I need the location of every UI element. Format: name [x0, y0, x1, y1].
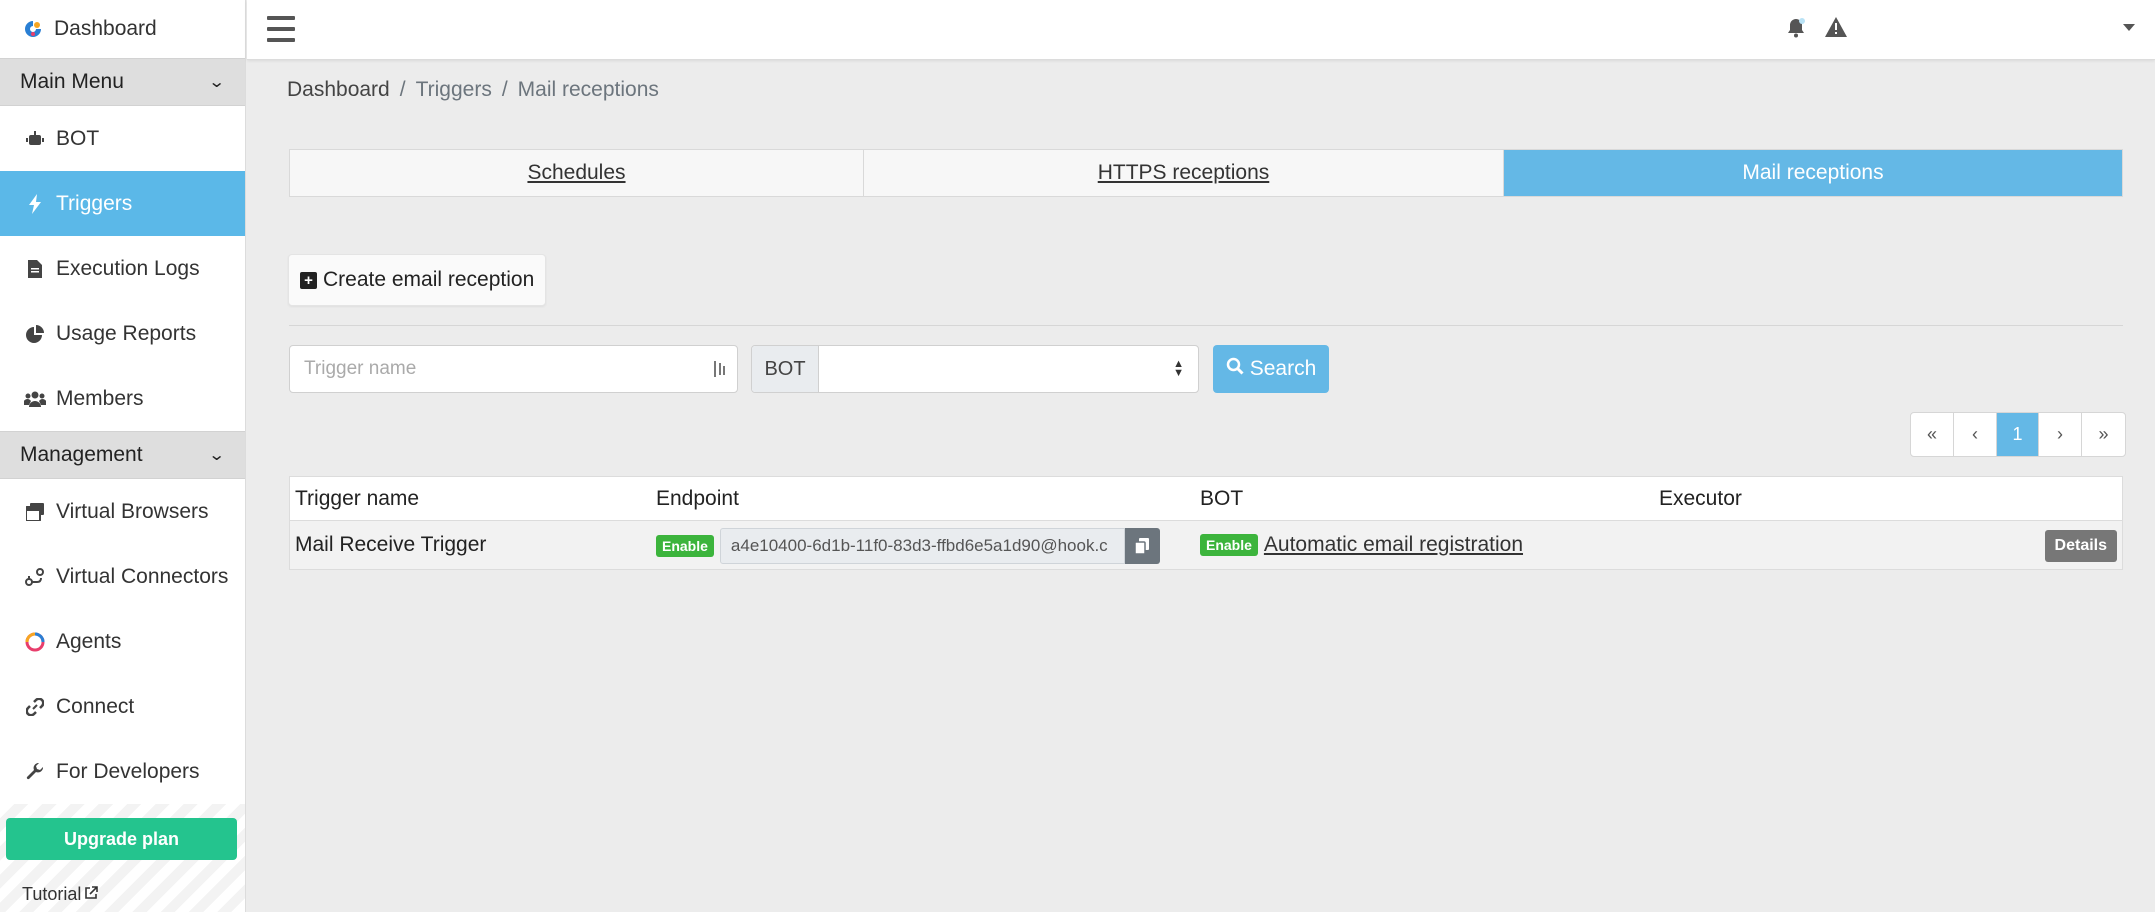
tutorial-label: Tutorial [22, 884, 82, 904]
sidebar-item-virtual-connectors[interactable]: Virtual Connectors [0, 544, 245, 609]
tab-mail-receptions[interactable]: Mail receptions [1504, 150, 2122, 196]
sidebar-item-connect[interactable]: Connect [0, 674, 245, 739]
bell-icon[interactable] [1787, 18, 1805, 43]
search-label: Search [1249, 357, 1317, 380]
sidebar-item-label: Members [56, 386, 144, 410]
search-icon [1226, 357, 1244, 381]
upgrade-plan-button[interactable]: Upgrade plan [6, 818, 237, 860]
bot-filter: BOT ▲ ▼ [751, 345, 1199, 393]
users-icon [24, 388, 46, 410]
tutorial-link[interactable]: Tutorial [22, 884, 99, 905]
sidebar-item-virtual-browsers[interactable]: Virtual Browsers [0, 479, 245, 544]
bot-cell: Enable Automatic email registration [1200, 533, 1523, 557]
details-button[interactable]: Details [2044, 530, 2117, 562]
top-bar [247, 0, 2155, 60]
pagination: « ‹ 1 › » [1910, 412, 2126, 457]
bolt-icon [24, 193, 46, 215]
bot-link[interactable]: Automatic email registration [1264, 533, 1523, 557]
trigger-name-cell: Mail Receive Trigger [295, 533, 487, 556]
trigger-tabs: Schedules HTTPS receptions Mail receptio… [289, 149, 2123, 197]
hamburger-menu-icon[interactable] [267, 16, 295, 42]
last-page-icon[interactable]: » [2082, 413, 2125, 456]
col-endpoint: Endpoint [656, 487, 739, 510]
bot-filter-label: BOT [752, 346, 819, 392]
tab-https-receptions[interactable]: HTTPS receptions [864, 150, 1504, 196]
status-badge: Enable [1200, 534, 1258, 556]
breadcrumb-separator: / [399, 78, 406, 101]
window-stack-icon [24, 501, 46, 523]
prev-page-icon[interactable]: ‹ [1954, 413, 1997, 456]
sidebar-item-label: Execution Logs [56, 256, 200, 280]
file-icon [24, 258, 46, 280]
warning-icon[interactable] [1825, 17, 1847, 42]
mail-receptions-table: Trigger name Endpoint BOT Executor Mail … [289, 476, 2123, 570]
text-cursor-icon [712, 360, 728, 383]
sidebar-item-label: Virtual Browsers [56, 499, 209, 523]
breadcrumb-triggers[interactable]: Triggers [416, 78, 492, 102]
section-title: Management [20, 443, 143, 466]
main-content: Dashboard / Triggers / Mail receptions S… [247, 60, 2155, 912]
sidebar-item-label: Triggers [56, 191, 133, 215]
table-header: Trigger name Endpoint BOT Executor [290, 477, 2122, 521]
section-title: Main Menu [20, 70, 124, 93]
sidebar-item-bot[interactable]: BOT [0, 106, 245, 171]
sidebar-item-label: Connect [56, 694, 135, 718]
plus-square-icon: + [300, 271, 317, 289]
chevron-down-icon: ⌄ [207, 447, 226, 464]
connector-icon [24, 566, 46, 588]
select-updown-icon: ▲ ▼ [1173, 358, 1184, 379]
sidebar-item-members[interactable]: Members [0, 366, 245, 431]
copy-button[interactable] [1124, 528, 1160, 564]
brand-logo-icon [24, 20, 42, 38]
endpoint-cell: Enable a4e10400-6d1b-11f0-83d3-ffbd6e5a1… [656, 528, 1160, 564]
create-email-reception-button[interactable]: + Create email reception [288, 254, 547, 306]
search-button[interactable]: Search [1213, 345, 1329, 393]
sidebar-item-label: Agents [56, 629, 122, 653]
copy-icon [1135, 538, 1150, 554]
next-page-icon[interactable]: › [2039, 413, 2082, 456]
divider [289, 325, 2123, 326]
agent-logo-icon [24, 631, 46, 653]
chevron-down-icon: ⌄ [207, 74, 226, 91]
trigger-name-input[interactable] [289, 345, 738, 393]
sidebar-item-execution-logs[interactable]: Execution Logs [0, 236, 245, 301]
sidebar-item-label: BOT [56, 126, 100, 150]
table-row: Mail Receive Trigger Enable a4e10400-6d1… [290, 521, 2122, 569]
breadcrumb-current: Mail receptions [517, 78, 659, 101]
col-trigger-name: Trigger name [295, 487, 420, 510]
endpoint-field[interactable]: a4e10400-6d1b-11f0-83d3-ffbd6e5a1d90@hoo… [719, 528, 1125, 564]
section-management[interactable]: Management ⌄ [0, 431, 245, 479]
breadcrumb-separator: / [501, 78, 508, 101]
bot-select[interactable]: ▲ ▼ [819, 346, 1198, 392]
sidebar-item-agents[interactable]: Agents [0, 609, 245, 674]
sidebar-item-label: Usage Reports [56, 321, 197, 345]
breadcrumb-dashboard[interactable]: Dashboard [287, 78, 390, 102]
sidebar-item-triggers[interactable]: Triggers [0, 171, 245, 236]
pie-chart-icon [24, 323, 46, 345]
first-page-icon[interactable]: « [1911, 413, 1954, 456]
wrench-icon [24, 761, 46, 783]
col-bot: BOT [1200, 487, 1244, 510]
section-main-menu[interactable]: Main Menu ⌄ [0, 58, 245, 106]
sidebar-footer: Upgrade plan Tutorial [0, 804, 245, 912]
sidebar-item-usage-reports[interactable]: Usage Reports [0, 301, 245, 366]
external-link-icon [84, 884, 99, 905]
sidebar-item-for-developers[interactable]: For Developers [0, 739, 245, 804]
sidebar-item-label: For Developers [56, 759, 200, 783]
robot-icon [24, 128, 46, 150]
col-executor: Executor [1659, 487, 1742, 510]
page-current[interactable]: 1 [1997, 413, 2039, 456]
user-menu-caret-icon[interactable] [2123, 24, 2135, 31]
link-icon [24, 696, 46, 718]
create-button-label: Create email reception [323, 268, 535, 291]
sidebar: Dashboard Main Menu ⌄ BOT Triggers Execu… [0, 0, 246, 912]
brand-label: Dashboard [54, 17, 157, 40]
breadcrumb: Dashboard / Triggers / Mail receptions [287, 78, 659, 102]
tab-schedules[interactable]: Schedules [290, 150, 864, 196]
sidebar-brand[interactable]: Dashboard [0, 0, 245, 58]
sidebar-item-label: Virtual Connectors [56, 564, 229, 588]
status-badge: Enable [656, 535, 714, 557]
